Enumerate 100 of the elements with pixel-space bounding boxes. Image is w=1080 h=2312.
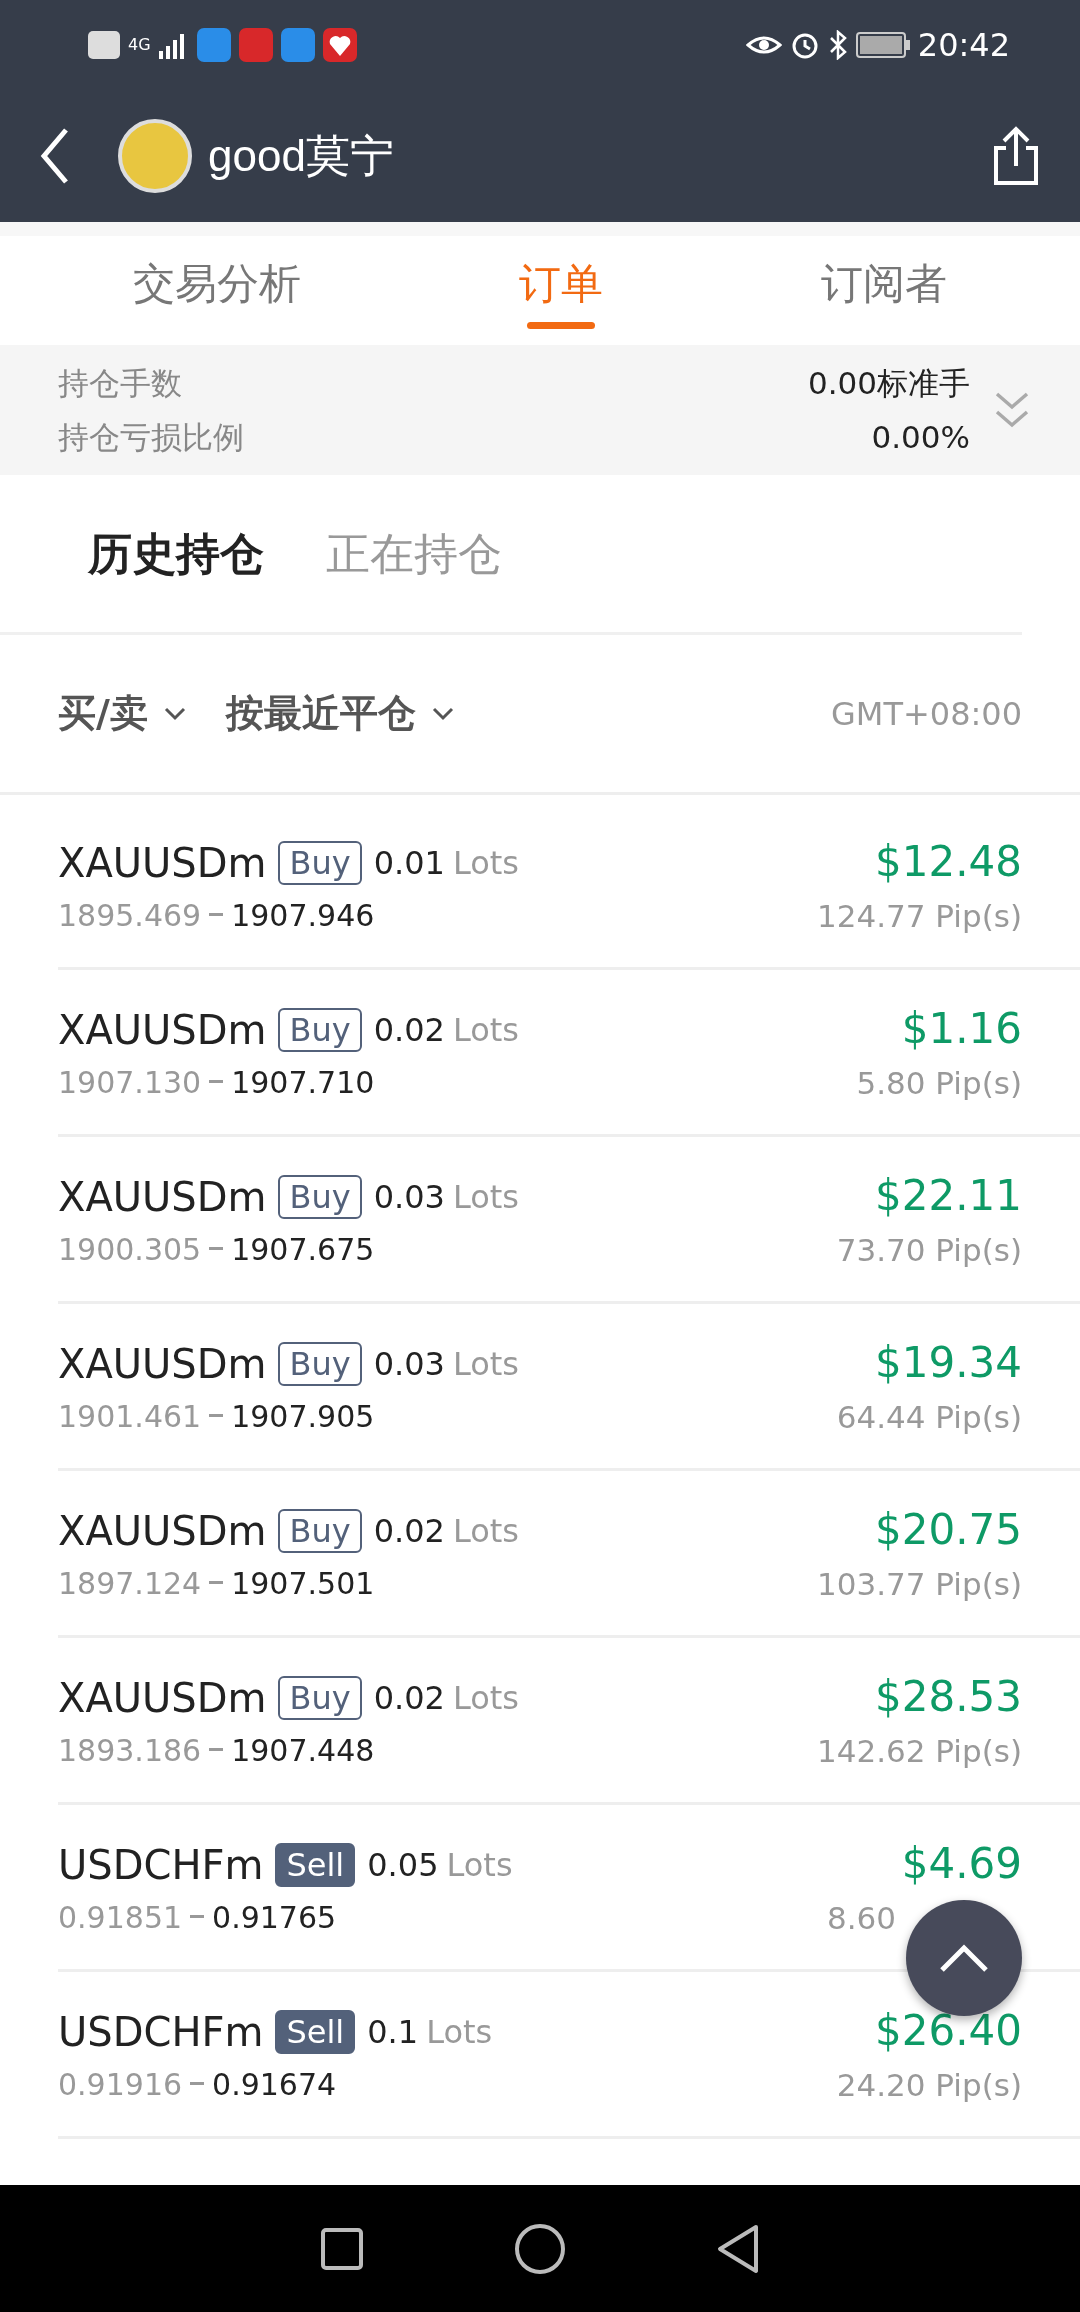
lots-unit: Lots [452,842,519,884]
summary-value: 0.00% [871,418,970,457]
lots-unit: Lots [452,1009,519,1051]
side-tag: Sell [275,1842,356,1887]
open-price: 1907.130 [58,1063,202,1102]
pips-value: 24.20 Pip(s) [836,2066,1022,2106]
pips-value: 103.77 Pip(s) [817,1565,1022,1605]
recents-icon[interactable] [320,2226,364,2271]
app-icon [196,28,231,62]
profit-amount: $20.75 [875,1504,1022,1557]
symbol-text: XAUUSDm [58,1339,267,1389]
user-name: good莫宁 [208,130,394,182]
side-tag: Sell [275,2009,356,2054]
pips-value: 142.62 Pip(s) [817,1732,1022,1772]
dash-icon [209,913,224,917]
profit-amount: $12.48 [875,836,1022,889]
symbol-text: XAUUSDm [58,1172,267,1222]
filter-dropdown[interactable]: 按最近平仓 [225,685,454,742]
profit-amount: $26.40 [875,2005,1022,2058]
open-price: 0.91851 [58,1898,183,1937]
close-price: 1907.675 [231,1230,375,1269]
summary-label: 持仓手数 [58,363,182,403]
pips-value: 5.80 Pip(s) [856,1064,1022,1104]
side-tag: Buy [278,1341,362,1386]
lots-value: 0.05 [367,1844,439,1886]
tab[interactable]: 订单 [519,252,603,329]
pips-value: 8.60 [826,1899,896,1939]
profit-amount: $22.11 [875,1170,1022,1223]
app-icon [322,28,357,62]
close-price: 1907.448 [231,1731,375,1770]
side-tag: Buy [278,1174,362,1219]
lots-value: 0.03 [373,1176,445,1218]
chevron-down-icon [431,706,454,721]
tab[interactable]: 订阅者 [821,252,947,329]
battery-icon [855,32,910,58]
sub-tab[interactable]: 历史持仓 [88,520,264,587]
profit-amount: $19.34 [875,1337,1022,1390]
app-icon [238,28,273,62]
dash-icon [209,1080,224,1084]
profit-amount: $4.69 [901,1838,1022,1891]
side-tag: Buy [278,1007,362,1052]
summary-label: 持仓亏损比例 [58,418,244,457]
pips-value: 73.70 Pip(s) [836,1231,1022,1271]
chevron-down-icon [163,706,186,721]
symbol-text: USDCHFm [58,2007,264,2057]
lots-unit: Lots [452,1677,519,1719]
app-icon [280,28,315,62]
symbol-text: USDCHFm [58,1840,264,1890]
timezone-label: GMT+08:00 [831,693,1022,735]
open-price: 1901.461 [58,1397,202,1436]
network-label: 4G [128,34,151,56]
close-price: 0.91765 [212,1898,337,1937]
pips-value: 124.77 Pip(s) [817,897,1022,937]
lots-unit: Lots [446,1844,513,1886]
tab[interactable]: 交易分析 [133,252,301,329]
open-price: 1893.186 [58,1731,202,1770]
home-icon[interactable] [514,2222,566,2275]
close-price: 1907.501 [231,1564,375,1603]
open-price: 1897.124 [58,1564,202,1603]
sub-tab[interactable]: 正在持仓 [326,520,502,587]
hd-icon [88,31,120,59]
profit-amount: $28.53 [875,1671,1022,1724]
lots-value: 0.1 [367,2011,419,2053]
lots-unit: Lots [452,1343,519,1385]
lots-value: 0.01 [373,842,445,884]
share-button[interactable] [992,126,1040,186]
profit-amount: $1.16 [901,1003,1022,1056]
side-tag: Buy [278,840,362,885]
dash-icon [190,2082,205,2086]
lots-value: 0.03 [373,1343,445,1385]
dash-icon [209,1748,224,1752]
open-price: 1900.305 [58,1230,202,1269]
back-icon[interactable] [716,2222,760,2275]
lots-unit: Lots [452,1176,519,1218]
side-tag: Buy [278,1508,362,1553]
pips-value: 64.44 Pip(s) [836,1398,1022,1438]
back-button[interactable] [40,128,70,184]
open-price: 1895.469 [58,896,202,935]
clock-time: 20:42 [917,25,1010,66]
dash-icon [209,1581,224,1585]
lots-unit: Lots [452,1510,519,1552]
bluetooth-icon [827,30,848,60]
open-price: 0.91916 [58,2065,183,2104]
symbol-text: XAUUSDm [58,1005,267,1055]
symbol-text: XAUUSDm [58,1673,267,1723]
filter-dropdown[interactable]: 买/卖 [58,685,186,742]
dash-icon [190,1915,205,1919]
dash-icon [209,1414,224,1418]
side-tag: Buy [278,1675,362,1720]
close-price: 1907.905 [231,1397,375,1436]
summary-value: 0.00标准手 [807,363,970,403]
symbol-text: XAUUSDm [58,1506,267,1556]
chevron-up-icon [939,1943,989,1973]
symbol-text: XAUUSDm [58,838,267,888]
lots-value: 0.02 [373,1510,445,1552]
close-price: 1907.710 [231,1063,375,1102]
lots-unit: Lots [426,2011,493,2053]
lots-value: 0.02 [373,1009,445,1051]
lots-value: 0.02 [373,1677,445,1719]
close-price: 0.91674 [212,2065,337,2104]
